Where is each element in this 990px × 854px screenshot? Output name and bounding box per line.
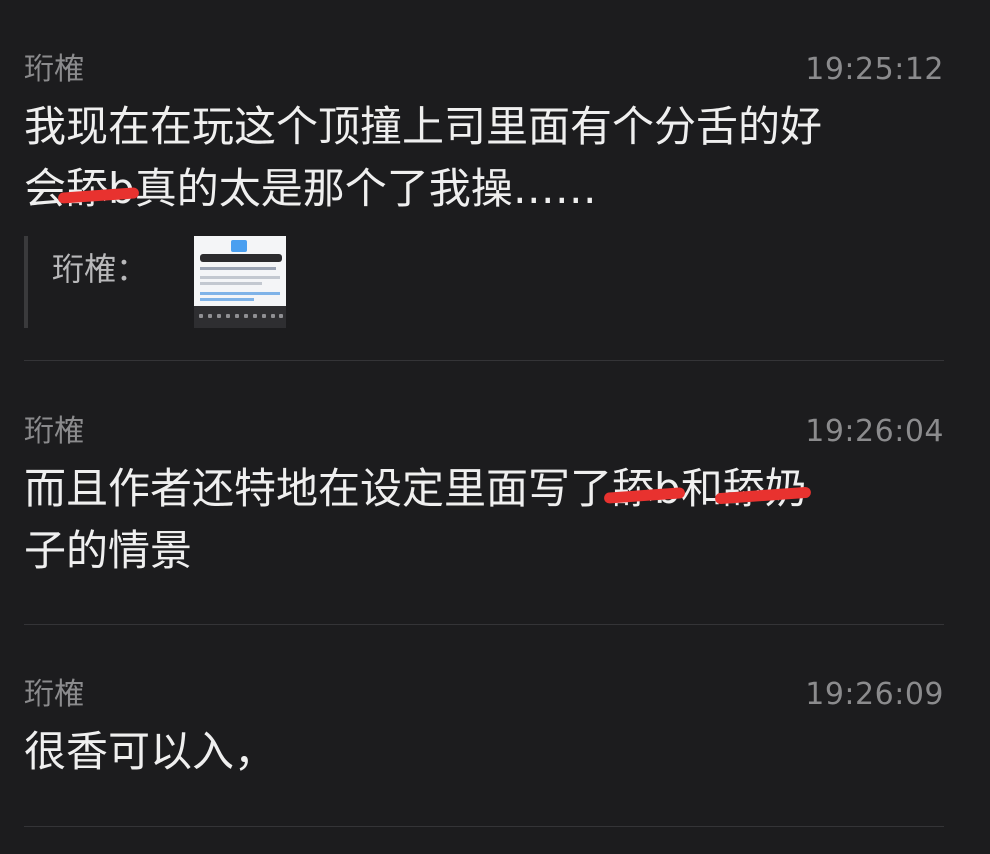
- thumbnail-text-line: [200, 267, 276, 270]
- message-line: 会舔b真的太是那个了我操……: [24, 158, 822, 220]
- thumbnail-text-line: [200, 292, 280, 295]
- message-line: 很香可以入，: [24, 727, 277, 776]
- quoted-reply[interactable]: 珩榷：: [24, 236, 424, 328]
- message-divider: [24, 624, 944, 625]
- message-divider: [24, 826, 944, 827]
- text-segment: 而且作者还特地在设定里面写了: [24, 464, 613, 513]
- sender-name: 珩榷: [24, 677, 84, 712]
- folder-icon: [231, 240, 247, 252]
- sender-name: 珩榷: [24, 414, 84, 449]
- thumbnail-text-line: [200, 276, 280, 279]
- message-timestamp: 19:25:12: [805, 52, 944, 87]
- message-3[interactable]: 珩榷 19:26:09 很香可以入，: [24, 675, 944, 795]
- message-text: 而且作者还特地在设定里面写了舔b和舔奶 子的情景: [24, 458, 807, 582]
- redacted-text: 舔b: [612, 458, 681, 520]
- message-1[interactable]: 珩榷 19:25:12 我现在在玩这个顶撞上司里面有个分舌的好 会舔b真的太是那…: [24, 50, 944, 340]
- thumbnail-text-line: [200, 282, 262, 285]
- redacted-text: 舔奶: [723, 458, 807, 520]
- redacted-text: 舔b: [66, 158, 135, 220]
- quoted-image-thumbnail[interactable]: [194, 236, 286, 328]
- message-timestamp: 19:26:09: [805, 677, 944, 712]
- thumbnail-menu-bar: [200, 254, 282, 262]
- thumbnail-keyboard: [194, 306, 286, 328]
- text-segment: 真的太是那个了我操……: [134, 164, 597, 213]
- message-timestamp: 19:26:04: [805, 414, 944, 449]
- text-segment: 和: [680, 464, 723, 513]
- message-2[interactable]: 珩榷 19:26:04 而且作者还特地在设定里面写了舔b和舔奶 子的情景: [24, 412, 944, 592]
- message-line: 而且作者还特地在设定里面写了舔b和舔奶: [24, 458, 807, 520]
- sender-name: 珩榷: [24, 52, 84, 87]
- message-text: 我现在在玩这个顶撞上司里面有个分舌的好 会舔b真的太是那个了我操……: [24, 96, 822, 220]
- text-segment: 会: [24, 164, 67, 213]
- message-text: 很香可以入，: [24, 721, 276, 783]
- message-line: 我现在在玩这个顶撞上司里面有个分舌的好: [24, 102, 823, 151]
- message-line: 子的情景: [24, 526, 193, 575]
- quote-bar: [24, 236, 28, 328]
- thumbnail-text-line: [200, 298, 254, 301]
- quote-sender: 珩榷：: [52, 250, 149, 288]
- message-divider: [24, 360, 944, 361]
